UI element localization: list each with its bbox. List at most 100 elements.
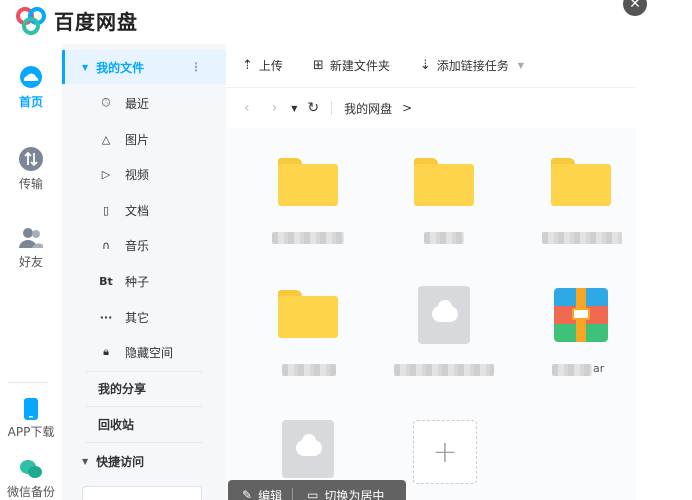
folder-icon[interactable] <box>278 290 338 338</box>
floating-edit-bar: ✎ 编辑 ▭ 切换为居中 <box>228 480 406 500</box>
rar-archive-icon[interactable] <box>554 288 608 342</box>
cloud-file-icon[interactable] <box>282 420 334 478</box>
top-bar: 百度网盘 ✕ <box>0 0 692 44</box>
sidebar-label-video: 视频 <box>125 167 150 182</box>
rail-item-transfer[interactable]: 传输 <box>0 146 62 192</box>
rail-label-friends: 好友 <box>18 255 43 269</box>
image-icon: △ <box>101 132 111 146</box>
sidebar-item-video[interactable]: ▷ 视频 <box>62 157 226 191</box>
sidebar-item-recycle-bin[interactable]: 回收站 <box>62 407 226 441</box>
transfer-icon <box>19 147 43 171</box>
file-name-blurred <box>424 232 464 244</box>
file-name-blurred <box>282 364 336 376</box>
file-grid: ar + <box>226 128 636 500</box>
sidebar-divider <box>86 442 202 443</box>
file-name-blurred <box>272 232 344 244</box>
app-title: 百度网盘 <box>54 10 138 34</box>
rail-divider <box>8 382 48 383</box>
folder-plus-icon: ⊞ <box>312 58 324 73</box>
upload-button[interactable]: ⇡ 上传 <box>242 57 283 74</box>
floatbar-divider <box>292 488 294 500</box>
upload-icon: ⇡ <box>242 58 253 73</box>
switch-center-label: 切换为居中 <box>324 488 385 500</box>
caret-down-icon: ▼ <box>82 62 89 72</box>
app-logo: 百度网盘 <box>14 6 138 35</box>
more-vertical-icon[interactable]: ⋮ <box>190 60 202 74</box>
close-icon[interactable]: ✕ <box>623 0 647 16</box>
sidebar-label-my-share: 我的分享 <box>98 381 147 396</box>
friends-icon <box>19 228 43 248</box>
rail-label-transfer: 传输 <box>18 177 43 191</box>
breadcrumb-my-disk[interactable]: 我的网盘 <box>344 100 392 117</box>
rail-label-home: 首页 <box>18 95 43 109</box>
bt-icon: Bt <box>99 274 113 288</box>
sidebar-label-images: 图片 <box>125 132 150 147</box>
upload-label: 上传 <box>258 59 283 73</box>
sidebar-item-images[interactable]: △ 图片 <box>62 122 226 156</box>
wechat-icon <box>20 460 42 478</box>
refresh-icon[interactable]: ↻ <box>307 100 319 116</box>
new-folder-button[interactable]: ⊞ 新建文件夹 <box>313 57 390 74</box>
sidebar-label-quick-access: 快捷访问 <box>96 454 145 469</box>
sidebar-label-recycle-bin: 回收站 <box>98 417 135 432</box>
folder-icon[interactable] <box>278 158 338 206</box>
folder-icon[interactable] <box>551 158 611 206</box>
switch-center-button[interactable]: ▭ 切换为居中 <box>307 487 384 500</box>
add-link-task-button[interactable]: ⇣ 添加链接任务 ▼ <box>420 57 524 74</box>
rail-label-app-download: APP下载 <box>7 425 55 439</box>
cloud-icon <box>20 66 42 88</box>
sidebar-label-recent: 最近 <box>125 96 150 111</box>
caret-down-icon: ▼ <box>82 456 89 466</box>
play-icon: ▷ <box>101 167 111 181</box>
sidebar-item-hidden-space[interactable]: 🔒︎ 隐藏空间 <box>62 335 226 369</box>
file-name-blurred <box>394 364 494 376</box>
dropdown-arrow-icon[interactable]: ▼ <box>518 61 524 70</box>
sidebar-label-music: 音乐 <box>125 238 150 253</box>
rail-item-app-download[interactable]: APP下载 <box>0 398 62 440</box>
download-icon: ⇣ <box>419 58 431 73</box>
cloud-file-icon[interactable] <box>418 286 470 344</box>
back-arrow-icon[interactable]: ‹ <box>244 100 250 116</box>
sidebar-label-my-files: 我的文件 <box>96 60 145 75</box>
rail-item-wechat-backup[interactable]: 微信备份 <box>0 458 62 500</box>
sidebar-item-quick-access[interactable]: ▼ 快捷访问 <box>62 444 226 478</box>
pencil-icon: ✎ <box>242 488 253 500</box>
sidebar-item-my-share[interactable]: 我的分享 <box>62 371 226 405</box>
headphones-icon: ∩ <box>101 238 111 252</box>
navigation-bar: ‹ › ▼ ↻ 我的网盘 > <box>226 89 636 127</box>
sidebar: ▼ 我的文件 ⋮ 🕓︎ 最近 △ 图片 ▷ 视频 ▯ 文档 ∩ 音乐 Bt 种子… <box>62 44 226 500</box>
more-icon: ··· <box>99 310 113 324</box>
lock-icon: 🔒︎ <box>103 345 109 358</box>
history-dropdown-icon[interactable]: ▼ <box>291 104 297 113</box>
phone-icon <box>24 398 38 420</box>
sidebar-label-hidden-space: 隐藏空间 <box>125 345 174 360</box>
file-name-suffix: ar <box>593 362 605 375</box>
rail-item-friends[interactable]: 好友 <box>0 226 62 270</box>
layout-icon: ▭ <box>307 488 319 500</box>
new-item-button[interactable]: + <box>413 420 477 484</box>
sidebar-label-torrents: 种子 <box>125 274 150 289</box>
sidebar-item-recent[interactable]: 🕓︎ 最近 <box>62 86 226 120</box>
sidebar-item-music[interactable]: ∩ 音乐 <box>62 228 226 262</box>
folder-icon[interactable] <box>414 158 474 206</box>
left-rail: 首页 传输 好友 APP下载 微信备份 <box>0 44 62 500</box>
forward-arrow-icon[interactable]: › <box>272 100 278 116</box>
sidebar-label-documents: 文档 <box>125 203 150 218</box>
toolbar: ⇡ 上传 ⊞ 新建文件夹 ⇣ 添加链接任务 ▼ <box>226 44 636 88</box>
sidebar-item-my-files[interactable]: ▼ 我的文件 ⋮ <box>62 50 226 84</box>
main-panel: ⇡ 上传 ⊞ 新建文件夹 ⇣ 添加链接任务 ▼ ‹ › ▼ ↻ 我的网盘 > a… <box>226 44 636 500</box>
edit-label: 编辑 <box>258 488 283 500</box>
sidebar-item-documents[interactable]: ▯ 文档 <box>62 193 226 227</box>
clock-icon: 🕓︎ <box>101 96 111 109</box>
baidu-netdisk-logo-icon <box>16 6 46 35</box>
sidebar-label-others: 其它 <box>125 310 150 325</box>
quick-access-dropzone[interactable] <box>82 486 202 500</box>
breadcrumb-arrow[interactable]: > <box>402 101 412 115</box>
new-folder-label: 新建文件夹 <box>329 59 390 73</box>
sidebar-item-torrents[interactable]: Bt 种子 <box>62 264 226 298</box>
edit-button[interactable]: ✎ 编辑 <box>242 487 282 500</box>
nav-divider <box>331 101 333 115</box>
file-name-blurred <box>542 232 622 244</box>
rail-item-home[interactable]: 首页 <box>0 66 62 110</box>
sidebar-item-others[interactable]: ··· 其它 <box>62 300 226 334</box>
